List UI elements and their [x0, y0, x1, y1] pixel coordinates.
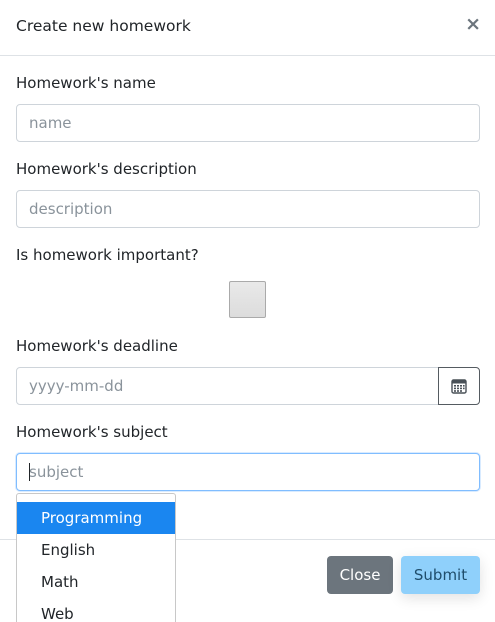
dropdown-item-web[interactable]: Web [17, 598, 175, 622]
dropdown-item-english[interactable]: English [17, 534, 175, 566]
description-input[interactable] [16, 190, 480, 228]
subject-label: Homework's subject [16, 423, 168, 441]
subject-dropdown: Programming English Math Web [16, 493, 176, 622]
description-label: Homework's description [16, 160, 197, 178]
calendar-icon [451, 379, 467, 394]
deadline-label: Homework's deadline [16, 337, 178, 355]
deadline-input[interactable] [16, 367, 439, 405]
dropdown-item-programming[interactable]: Programming [17, 502, 175, 534]
text-caret [29, 463, 30, 481]
calendar-button[interactable] [438, 367, 480, 405]
dropdown-item-math[interactable]: Math [17, 566, 175, 598]
close-icon[interactable]: × [465, 15, 481, 34]
close-button[interactable]: Close [327, 556, 393, 594]
important-checkbox[interactable] [229, 281, 266, 318]
dropdown-top-padding [17, 494, 175, 502]
submit-button[interactable]: Submit [401, 556, 480, 594]
subject-input[interactable] [16, 453, 480, 491]
important-label: Is homework important? [16, 246, 199, 264]
modal-title: Create new homework [16, 17, 191, 35]
name-input[interactable] [16, 104, 480, 142]
name-label: Homework's name [16, 74, 156, 92]
modal-header: Create new homework × [0, 0, 495, 56]
